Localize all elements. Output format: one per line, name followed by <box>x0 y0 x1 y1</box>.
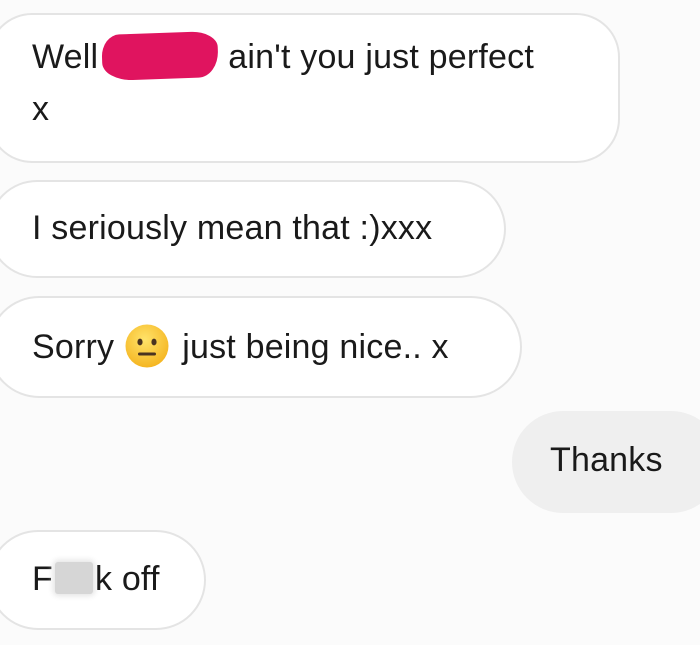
neutral-face-emoji-icon <box>125 324 169 368</box>
sent-message-bubble[interactable]: Thanks <box>512 411 700 513</box>
received-message-bubble[interactable]: Sorry just being nice.. x <box>0 296 522 398</box>
received-message-bubble[interactable]: I seriously mean that :)xxx <box>0 180 506 278</box>
message-line: Well ain't you just perfect <box>32 31 618 83</box>
received-message-bubble[interactable]: Well ain't you just perfect x <box>0 13 620 163</box>
message-text: x <box>32 90 50 128</box>
message-line: Sorry just being nice.. x <box>32 321 520 373</box>
message-text: Sorry <box>32 328 115 366</box>
message-text: ain't you just perfect <box>228 38 535 76</box>
message-text: F <box>32 560 53 598</box>
name-redaction-scribble <box>101 31 220 82</box>
censor-blur <box>54 562 93 595</box>
message-text: I seriously mean that :)xxx <box>32 209 433 247</box>
message-line: Fk off <box>32 553 204 605</box>
message-text: Well <box>32 38 99 76</box>
message-text: k off <box>94 560 160 598</box>
message-text: just being nice.. x <box>182 328 449 366</box>
received-message-bubble[interactable]: Fk off <box>0 530 206 630</box>
message-text: Thanks <box>550 441 663 479</box>
